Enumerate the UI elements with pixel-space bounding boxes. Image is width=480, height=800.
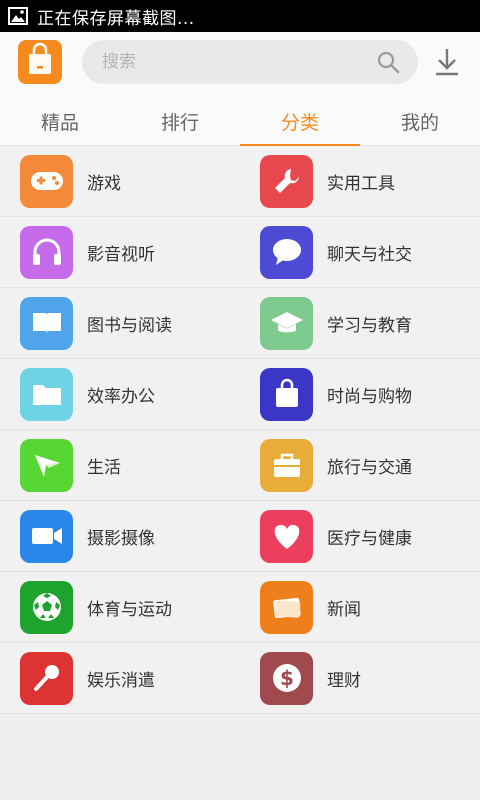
category-office[interactable]: 效率办公 [0,359,240,429]
category-label: 新闻 [327,599,361,620]
category-finance[interactable]: $ 理财 [240,643,480,713]
category-health[interactable]: 医疗与健康 [240,501,480,571]
category-row: 游戏 实用工具 [0,146,480,217]
category-travel[interactable]: 旅行与交通 [240,430,480,500]
category-label: 游戏 [87,173,121,194]
paper-plane-icon [20,438,73,492]
chat-bubble-icon [260,225,313,279]
category-photo[interactable]: 摄影摄像 [0,501,240,571]
category-label: 影音视听 [87,244,155,265]
category-row: 生活 旅行与交通 [0,430,480,501]
graduation-cap-icon [260,296,313,350]
category-tools[interactable]: 实用工具 [240,146,480,216]
download-icon [436,49,458,76]
download-button[interactable] [432,46,462,78]
category-label: 娱乐消遣 [87,670,155,691]
category-label: 时尚与购物 [327,386,412,407]
shopping-bag-icon [260,367,313,421]
category-grid: 游戏 实用工具 影音视听 聊天与社交 图书与阅读 学习与教育 效率办公 时尚与购… [0,146,480,714]
shopping-bag-logo-icon [29,42,51,74]
category-label: 实用工具 [327,173,395,194]
category-label: 体育与运动 [87,599,172,620]
open-book-icon [20,296,73,350]
category-chat[interactable]: 聊天与社交 [240,217,480,287]
category-entertainment[interactable]: 娱乐消遣 [0,643,240,713]
microphone-icon [20,651,73,705]
svg-text:$: $ [280,666,294,690]
category-label: 医疗与健康 [327,528,412,549]
wrench-icon [260,154,313,208]
category-row: 影音视听 聊天与社交 [0,217,480,288]
category-education[interactable]: 学习与教育 [240,288,480,358]
category-row: 效率办公 时尚与购物 [0,359,480,430]
category-label: 理财 [327,670,361,691]
category-sports[interactable]: 体育与运动 [0,572,240,642]
category-row: 图书与阅读 学习与教育 [0,288,480,359]
category-row: 摄影摄像 医疗与健康 [0,501,480,572]
dollar-icon: $ [260,651,313,705]
app-logo[interactable] [18,40,62,84]
heart-icon [260,509,313,563]
main-tabs: 精品 排行 分类 我的 [0,96,480,147]
category-row: 体育与运动 新闻 [0,572,480,643]
tab-mine[interactable]: 我的 [360,96,480,146]
gamepad-icon [20,154,73,208]
category-games[interactable]: 游戏 [0,146,240,216]
category-books[interactable]: 图书与阅读 [0,288,240,358]
suitcase-icon [260,438,313,492]
tab-categories[interactable]: 分类 [240,96,360,147]
search-icon[interactable] [376,50,400,74]
category-news[interactable]: 新闻 [240,572,480,642]
status-text: 正在保存屏幕截图... [37,8,195,29]
soccer-ball-icon [20,580,73,634]
category-label: 聊天与社交 [327,244,412,265]
category-row: 娱乐消遣 $ 理财 [0,643,480,714]
category-shopping[interactable]: 时尚与购物 [240,359,480,429]
app-header [0,32,480,96]
tab-featured[interactable]: 精品 [0,96,120,146]
newspaper-icon [260,580,313,634]
category-label: 摄影摄像 [87,528,155,549]
category-label: 图书与阅读 [87,315,172,336]
folder-icon [20,367,73,421]
headphones-icon [20,225,73,279]
category-label: 效率办公 [87,386,155,407]
category-label: 学习与教育 [327,315,412,336]
category-media[interactable]: 影音视听 [0,217,240,287]
status-bar: 正在保存屏幕截图... [0,0,480,32]
search-box[interactable] [82,40,418,84]
search-input[interactable] [102,52,362,72]
category-life[interactable]: 生活 [0,430,240,500]
category-label: 生活 [87,457,121,478]
category-label: 旅行与交通 [327,457,412,478]
image-icon [7,5,29,27]
tab-ranking[interactable]: 排行 [120,96,240,146]
video-camera-icon [20,509,73,563]
